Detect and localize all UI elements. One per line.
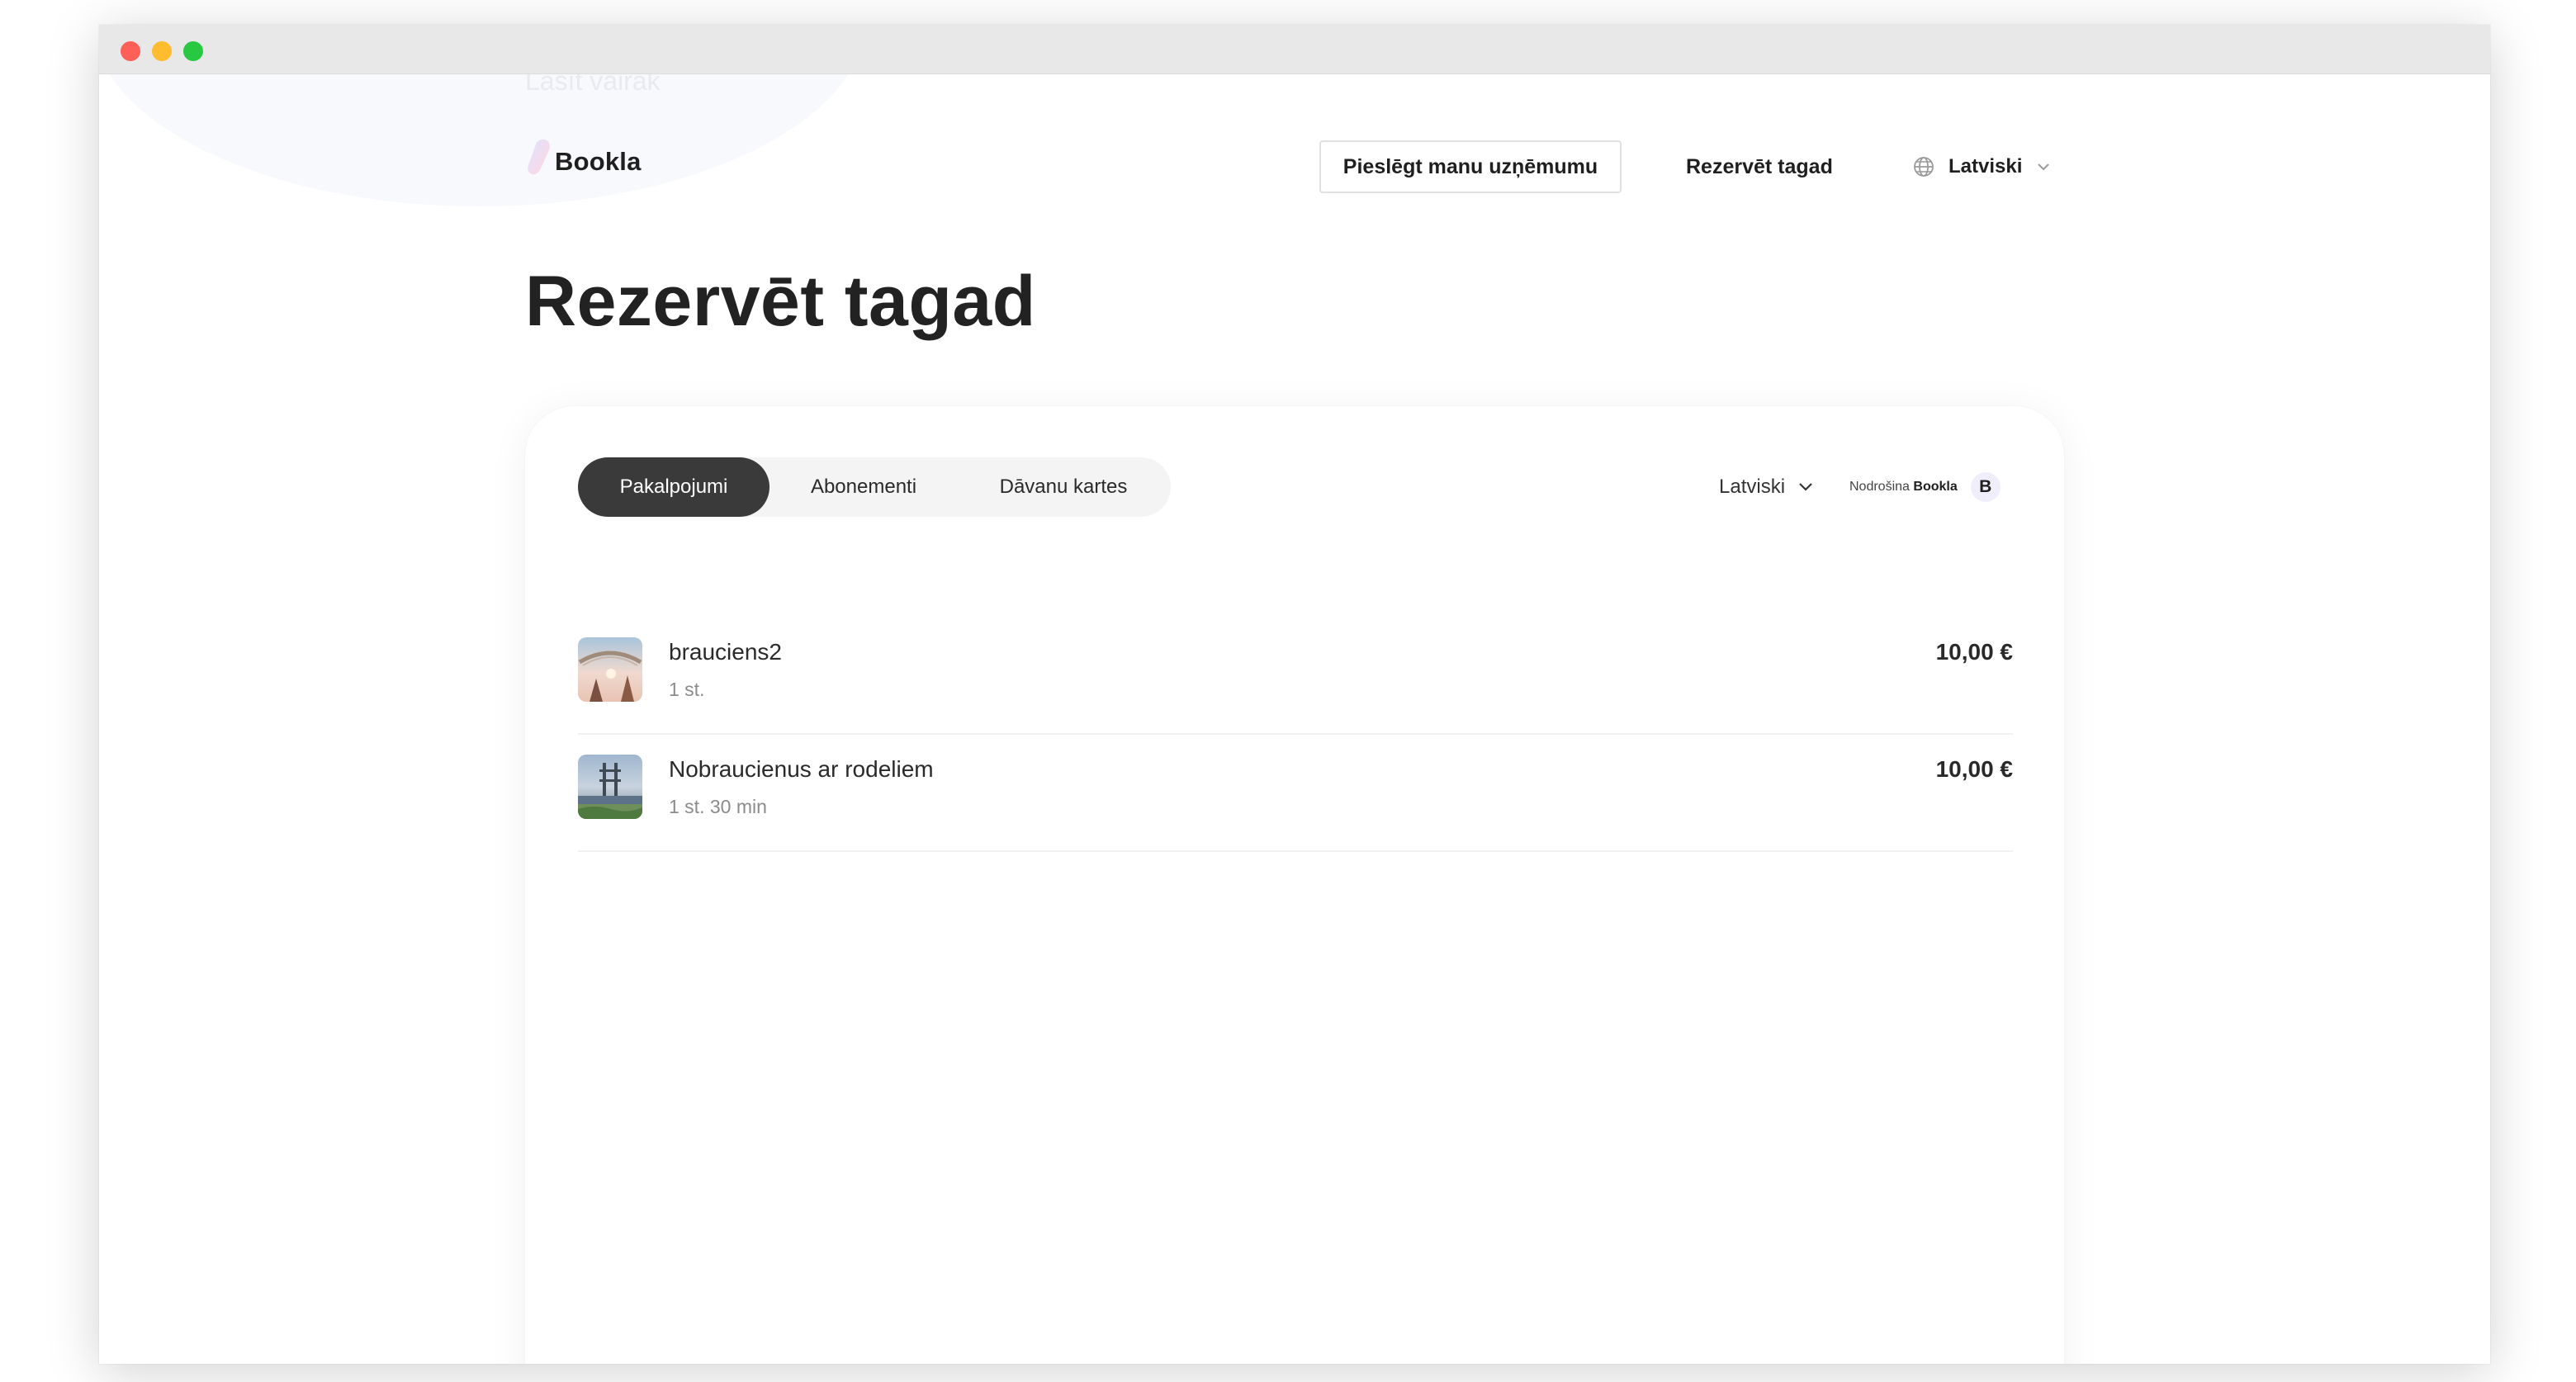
service-item[interactable]: Nobraucienus ar rodeliem 1 st. 30 min 10… [578,735,2013,852]
browser-window: Lasīt vairāk Bookla Pieslēgt manu uzņēmu… [99,25,2490,1364]
page-title: Rezervēt tagad [525,262,1036,341]
service-thumbnail [578,755,642,819]
window-titlebar [99,25,2490,74]
widget-language-label: Latviski [1719,476,1786,498]
powered-by-bookla[interactable]: Nodrošina Bookla B [1849,457,2001,517]
powered-by-brand: Bookla [1913,480,1958,494]
zoom-window-button[interactable] [183,41,203,61]
header-language-selector[interactable]: Latviski [1912,140,2052,193]
service-duration: 1 st. 30 min [669,796,767,817]
service-list: brauciens2 1 st. 10,00 € Nobraucienus ar… [578,618,2013,852]
globe-icon [1914,157,1934,177]
widget-language-selector[interactable]: Latviski [1719,457,1815,517]
service-name: Nobraucienus ar rodeliem [669,756,934,782]
nav-reserve-now-link[interactable]: Rezervēt tagad [1686,140,1833,193]
header-language-label: Latviski [1949,155,2023,177]
tab-subscriptions[interactable]: Abonementi [769,457,958,517]
widget-tabs: Pakalpojumi Abonementi Dāvanu kartes [578,457,1171,517]
close-window-button[interactable] [121,41,140,61]
service-duration: 1 st. [669,679,705,700]
service-thumbnail [578,637,642,702]
background-decoration [99,74,867,206]
bookla-logo[interactable]: Bookla [525,134,690,183]
chevron-down-icon [1799,483,1812,491]
minimize-window-button[interactable] [152,41,172,61]
service-photo-icon [578,755,642,819]
service-price: 10,00 € [1935,639,2013,665]
service-item[interactable]: brauciens2 1 st. 10,00 € [578,618,2013,735]
tab-gift-cards[interactable]: Dāvanu kartes [958,457,1169,517]
logo-text: Bookla [555,147,642,176]
chevron-down-icon [2038,163,2050,171]
service-photo-icon [578,637,642,702]
page-content: Lasīt vairāk Bookla Pieslēgt manu uzņēmu… [99,74,2490,1364]
tab-services[interactable]: Pakalpojumi [578,457,769,517]
bookla-badge-icon: B [1970,472,2001,502]
powered-by-text: Nodrošina Bookla [1849,480,1958,495]
service-price: 10,00 € [1935,756,2013,782]
service-name: brauciens2 [669,639,782,665]
powered-by-label: Nodrošina [1849,480,1910,494]
background-ghost-text: Lasīt vairāk [525,74,661,96]
connect-business-button[interactable]: Pieslēgt manu uzņēmumu [1319,140,1622,193]
booking-widget: Pakalpojumi Abonementi Dāvanu kartes Lat… [525,406,2064,1364]
